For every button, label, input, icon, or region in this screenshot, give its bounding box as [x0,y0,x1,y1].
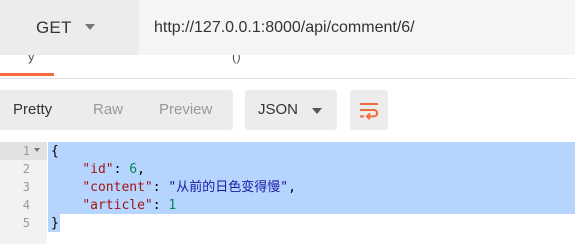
json-number: 6 [129,162,138,177]
colon: : [113,162,130,177]
line-number: 3 [22,180,30,194]
line-number-gutter: 1 2 3 4 5 [0,142,47,244]
url-input[interactable] [139,0,575,55]
pretty-button[interactable]: Pretty [13,101,52,118]
colon: : [152,180,169,195]
code-line: } [51,215,59,233]
wrap-lines-button[interactable] [350,90,388,130]
body-toolbar: Pretty Raw Preview JSON [0,90,575,130]
fold-arrow-icon[interactable] [34,148,40,152]
code-line: { [51,143,59,161]
colon: : [152,198,169,213]
comma: , [288,180,296,195]
comma: , [137,162,145,177]
line-number: 2 [22,162,30,176]
close-brace: } [51,216,59,231]
chevron-down-icon [85,24,95,30]
string-quote: " [280,180,289,195]
response-tabs: y () [0,55,575,79]
view-mode-group: Pretty Raw Preview [0,90,233,130]
open-brace: { [51,144,59,159]
line-number: 5 [22,216,30,230]
chevron-down-icon [312,108,322,114]
tab-body-fragment[interactable]: y [28,55,35,64]
method-select[interactable]: GET [0,0,139,55]
code-line: "article": 1 [51,197,176,215]
response-body-editor[interactable]: 1 2 3 4 5 { "id": 6, "content": "从前的日色变得… [0,142,575,244]
tab-cookies-fragment[interactable]: () [232,55,241,64]
code-line: "content": "从前的日色变得慢", [51,179,296,197]
wrap-lines-icon [360,103,379,120]
request-bar: GET [0,0,575,55]
json-number: 1 [168,198,177,213]
code-line: "id": 6, [51,161,145,179]
json-key: "article" [82,198,153,213]
format-select[interactable]: JSON [245,90,337,130]
json-string: 从前的日色变得慢 [176,180,281,195]
line-number: 1 [22,144,30,158]
method-label: GET [36,18,72,37]
json-key: "content" [82,180,153,195]
format-label: JSON [258,101,299,118]
line-number: 4 [22,198,30,212]
preview-button[interactable]: Preview [159,101,212,118]
raw-button[interactable]: Raw [93,101,123,118]
tab-active-indicator [0,73,54,76]
json-key: "id" [82,162,114,177]
